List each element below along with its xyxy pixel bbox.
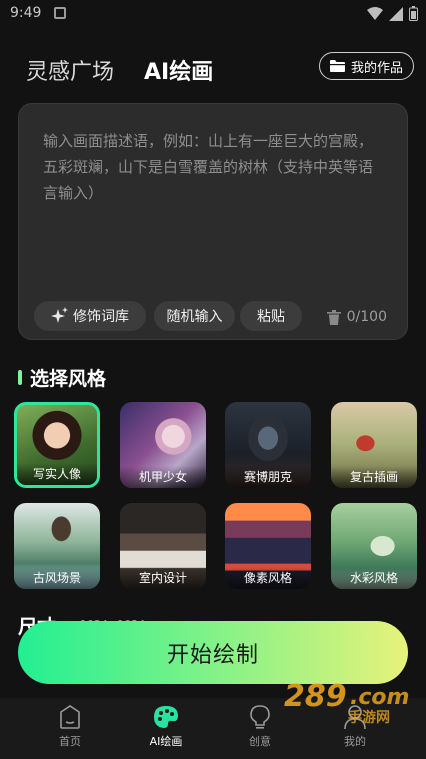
my-works-button[interactable]: 我的作品 — [318, 52, 414, 80]
style-section-title: 选择风格 — [18, 364, 106, 391]
prompt-placeholder: 输入画面描述语，例如：山上有一座巨大的宫殿，五彩斑斓，山下是白雪覆盖的树林（支持… — [43, 132, 374, 202]
tab-ai-draw[interactable]: AI绘画 — [144, 54, 213, 86]
style-label: 古风场景 — [14, 567, 100, 589]
svg-text:手游网: 手游网 — [348, 709, 390, 724]
paste-label: 粘贴 — [257, 309, 285, 325]
style-label: 机甲少女 — [120, 466, 206, 488]
sparkle-icon — [51, 307, 68, 323]
svg-text:289: 289 — [284, 679, 347, 714]
folder-icon — [329, 60, 345, 72]
char-count: 0/100 — [346, 309, 387, 325]
style-card-realistic-portrait[interactable]: 写实人像 — [14, 402, 100, 488]
status-bar: 9:49 — [0, 0, 426, 30]
status-time: 9:49 — [10, 5, 42, 21]
my-works-label: 我的作品 — [350, 60, 403, 76]
nav-home-label: 首页 — [59, 735, 81, 748]
style-card-cyberpunk[interactable]: 赛博朋克 — [225, 402, 311, 488]
style-card-interior-design[interactable]: 室内设计 — [120, 503, 206, 589]
tab-inspiration[interactable]: 灵感广场 — [26, 54, 114, 86]
nav-idea-label: 创意 — [249, 735, 271, 748]
random-input-button[interactable]: 随机输入 — [154, 301, 235, 331]
style-card-pixel-style[interactable]: 像素风格 — [225, 503, 311, 589]
style-label: 室内设计 — [120, 567, 206, 589]
style-label: 赛博朋克 — [225, 466, 311, 488]
style-label: 写实人像 — [17, 463, 97, 485]
watermark-logo: 289 .com 手游网 — [284, 679, 409, 724]
style-label: 复古插画 — [331, 466, 417, 488]
nav-mine-label: 我的 — [344, 735, 366, 748]
nav-ai-draw[interactable]: AI绘画 — [126, 704, 206, 749]
home-icon — [60, 705, 80, 729]
header: 灵感广场 AI绘画 我的作品 — [0, 44, 426, 92]
style-label: 像素风格 — [225, 567, 311, 589]
start-drawing-button[interactable]: 开始绘制 — [18, 621, 408, 684]
prompt-input[interactable]: 输入画面描述语，例如：山上有一座巨大的宫殿，五彩斑斓，山下是白雪覆盖的树林（支持… — [18, 103, 408, 340]
svg-text:.com: .com — [350, 685, 409, 710]
style-section-label: 选择风格 — [30, 368, 107, 390]
style-card-retro-illustration[interactable]: 复古插画 — [331, 402, 417, 488]
lightbulb-icon — [250, 705, 270, 729]
modifier-library-label: 修饰词库 — [73, 309, 129, 325]
battery-icon — [409, 6, 418, 21]
modifier-library-button[interactable]: 修饰词库 — [34, 301, 146, 331]
nav-home[interactable]: 首页 — [30, 704, 110, 749]
style-label: 水彩风格 — [331, 567, 417, 589]
notification-icon — [54, 7, 66, 19]
signal-icon — [389, 6, 403, 21]
random-input-label: 随机输入 — [166, 309, 223, 325]
style-card-watercolor[interactable]: 水彩风格 — [331, 503, 417, 589]
palette-icon — [154, 706, 178, 728]
trash-icon[interactable] — [326, 309, 341, 325]
section-marker — [18, 370, 22, 385]
char-counter: 0/100 — [326, 309, 387, 325]
paste-button[interactable]: 粘贴 — [240, 301, 302, 331]
status-icons — [367, 6, 418, 21]
style-card-ancient-scene[interactable]: 古风场景 — [14, 503, 100, 589]
wifi-icon — [367, 6, 383, 20]
style-card-mecha-girl[interactable]: 机甲少女 — [120, 402, 206, 488]
nav-ai-label: AI绘画 — [149, 735, 183, 748]
